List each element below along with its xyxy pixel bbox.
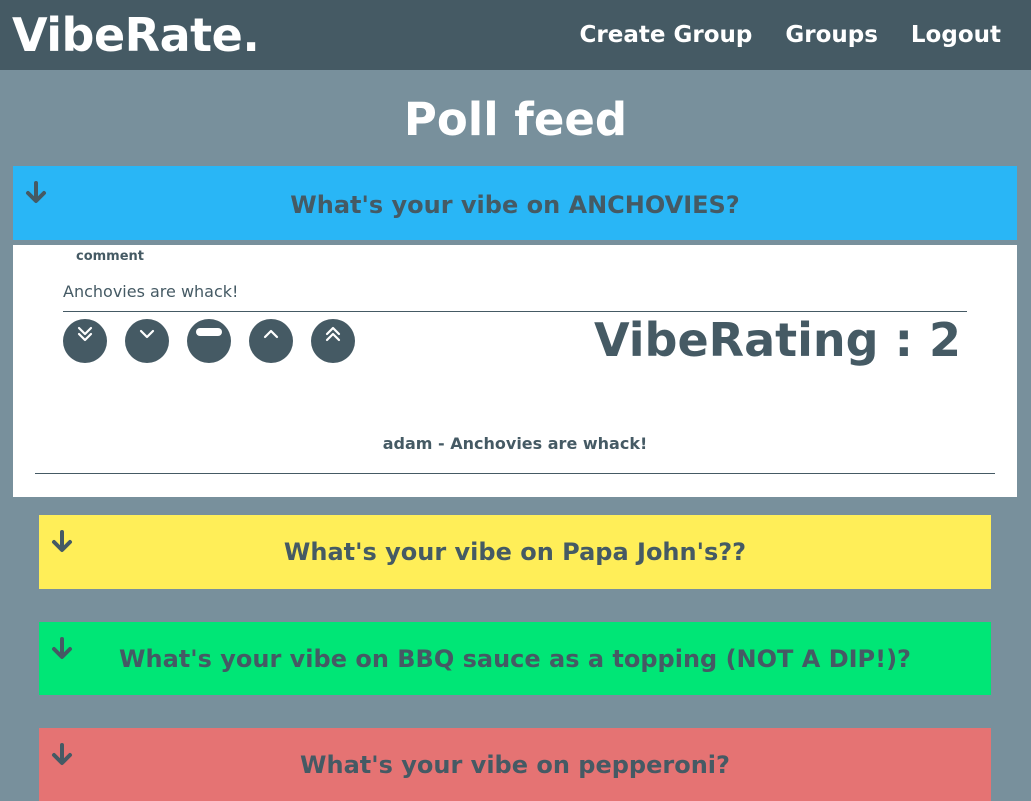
arrow-down-icon — [52, 530, 72, 552]
minus-icon — [196, 328, 222, 336]
create-group-link[interactable]: Create Group — [580, 22, 753, 48]
double-chevron-down-icon — [77, 326, 93, 342]
groups-link[interactable]: Groups — [785, 22, 878, 48]
arrow-down-icon — [52, 637, 72, 659]
vote-buttons — [63, 319, 355, 363]
vote-strongly-dislike-button[interactable] — [63, 319, 107, 363]
poll-question: What's your vibe on ANCHOVIES? — [290, 191, 740, 219]
vibe-rating: VibeRating : 2 — [593, 313, 961, 367]
chevron-down-icon — [139, 329, 155, 339]
vote-like-button[interactable] — [249, 319, 293, 363]
navbar: VibeRate. Create Group Groups Logout — [0, 0, 1031, 70]
comment-label: comment — [76, 249, 145, 264]
poll-body-anchovies: comment VibeRating : 2 — [13, 245, 1017, 497]
arrow-down-icon — [52, 743, 72, 765]
poll-header-papa-johns[interactable]: What's your vibe on Papa John's?? — [39, 515, 991, 589]
comment-divider — [35, 473, 995, 474]
poll-question: What's your vibe on pepperoni? — [300, 750, 730, 779]
chevron-up-icon — [263, 329, 279, 339]
arrow-down-icon — [26, 181, 46, 203]
logout-link[interactable]: Logout — [911, 22, 1001, 48]
poll-header-pepperoni[interactable]: What's your vibe on pepperoni? — [39, 728, 991, 801]
comment-input[interactable] — [63, 271, 967, 312]
poll-question: What's your vibe on BBQ sauce as a toppi… — [119, 644, 911, 673]
poll-question: What's your vibe on Papa John's?? — [283, 538, 747, 566]
nav-links: Create Group Groups Logout — [580, 0, 1001, 70]
vote-dislike-button[interactable] — [125, 319, 169, 363]
page-title: Poll feed — [403, 93, 628, 146]
poll-header-anchovies[interactable]: What's your vibe on ANCHOVIES? — [13, 166, 1017, 240]
vote-strongly-like-button[interactable] — [311, 319, 355, 363]
double-chevron-up-icon — [325, 326, 341, 342]
vote-neutral-button[interactable] — [187, 319, 231, 363]
poll-header-bbq-sauce[interactable]: What's your vibe on BBQ sauce as a toppi… — [39, 622, 991, 695]
comment-entry: adam - Anchovies are whack! — [382, 434, 648, 453]
brand-logo[interactable]: VibeRate. — [12, 4, 260, 66]
